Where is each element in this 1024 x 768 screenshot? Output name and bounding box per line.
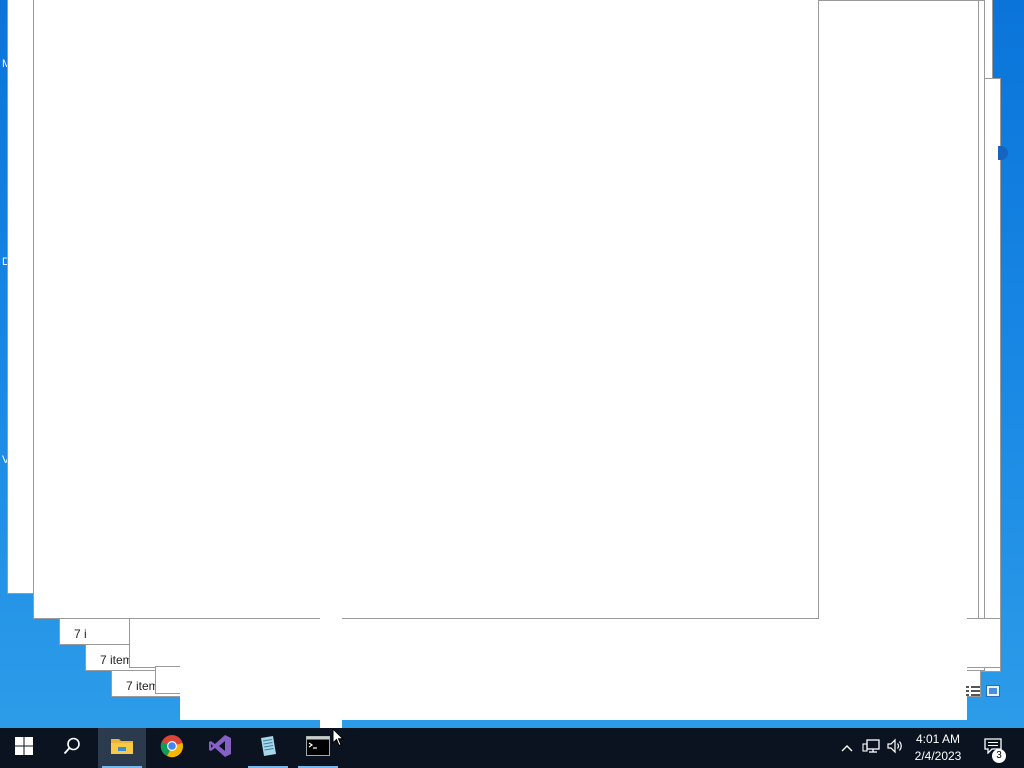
taskbar: 4:01 AM 2/4/2023 3: [0, 728, 1024, 768]
terminal-icon: [306, 735, 330, 761]
visual-studio-icon: [208, 734, 232, 763]
chevron-up-icon: [841, 739, 853, 757]
front-window-main[interactable]: [33, 0, 819, 619]
front-window-lower[interactable]: [180, 618, 1000, 720]
network-button[interactable]: [858, 728, 884, 768]
taskbar-app-visual-studio[interactable]: [196, 728, 244, 768]
notepad-icon: [256, 734, 280, 763]
start-button[interactable]: [0, 728, 48, 768]
window-edge-button[interactable]: [998, 146, 1008, 160]
mouse-cursor-icon: [332, 727, 345, 752]
details-view-icon[interactable]: [966, 684, 980, 702]
status-item-count: 7 item: [100, 653, 133, 667]
search-button[interactable]: [48, 728, 96, 768]
show-hidden-icons-button[interactable]: [836, 728, 858, 768]
speaker-icon: [886, 738, 904, 759]
taskbar-app-notepad[interactable]: [244, 728, 292, 768]
view-toggle-group: [966, 684, 1000, 702]
status-item-count: 7 item: [126, 679, 159, 693]
taskbar-clock[interactable]: 4:01 AM 2/4/2023: [906, 728, 970, 768]
windows-logo-icon: [15, 736, 33, 760]
notification-icon: 3: [984, 737, 1006, 763]
clock-date: 2/4/2023: [914, 749, 962, 763]
desktop: M D V 7 item 7 item 7 i: [0, 0, 1024, 728]
search-icon: [63, 737, 81, 760]
volume-button[interactable]: [884, 728, 906, 768]
folder-icon: [110, 736, 134, 761]
clock-time: 4:01 AM: [915, 732, 961, 746]
action-center-button[interactable]: 3: [978, 728, 1008, 768]
notification-count-badge: 3: [992, 748, 1006, 763]
window-drag-strip[interactable]: [320, 616, 342, 728]
taskbar-app-file-explorer[interactable]: [98, 728, 146, 768]
large-icons-view-icon[interactable]: [986, 684, 1000, 702]
chrome-icon: [160, 734, 184, 763]
network-icon: [862, 738, 880, 759]
status-item-count: 7 i: [74, 627, 87, 641]
taskbar-app-chrome[interactable]: [148, 728, 196, 768]
